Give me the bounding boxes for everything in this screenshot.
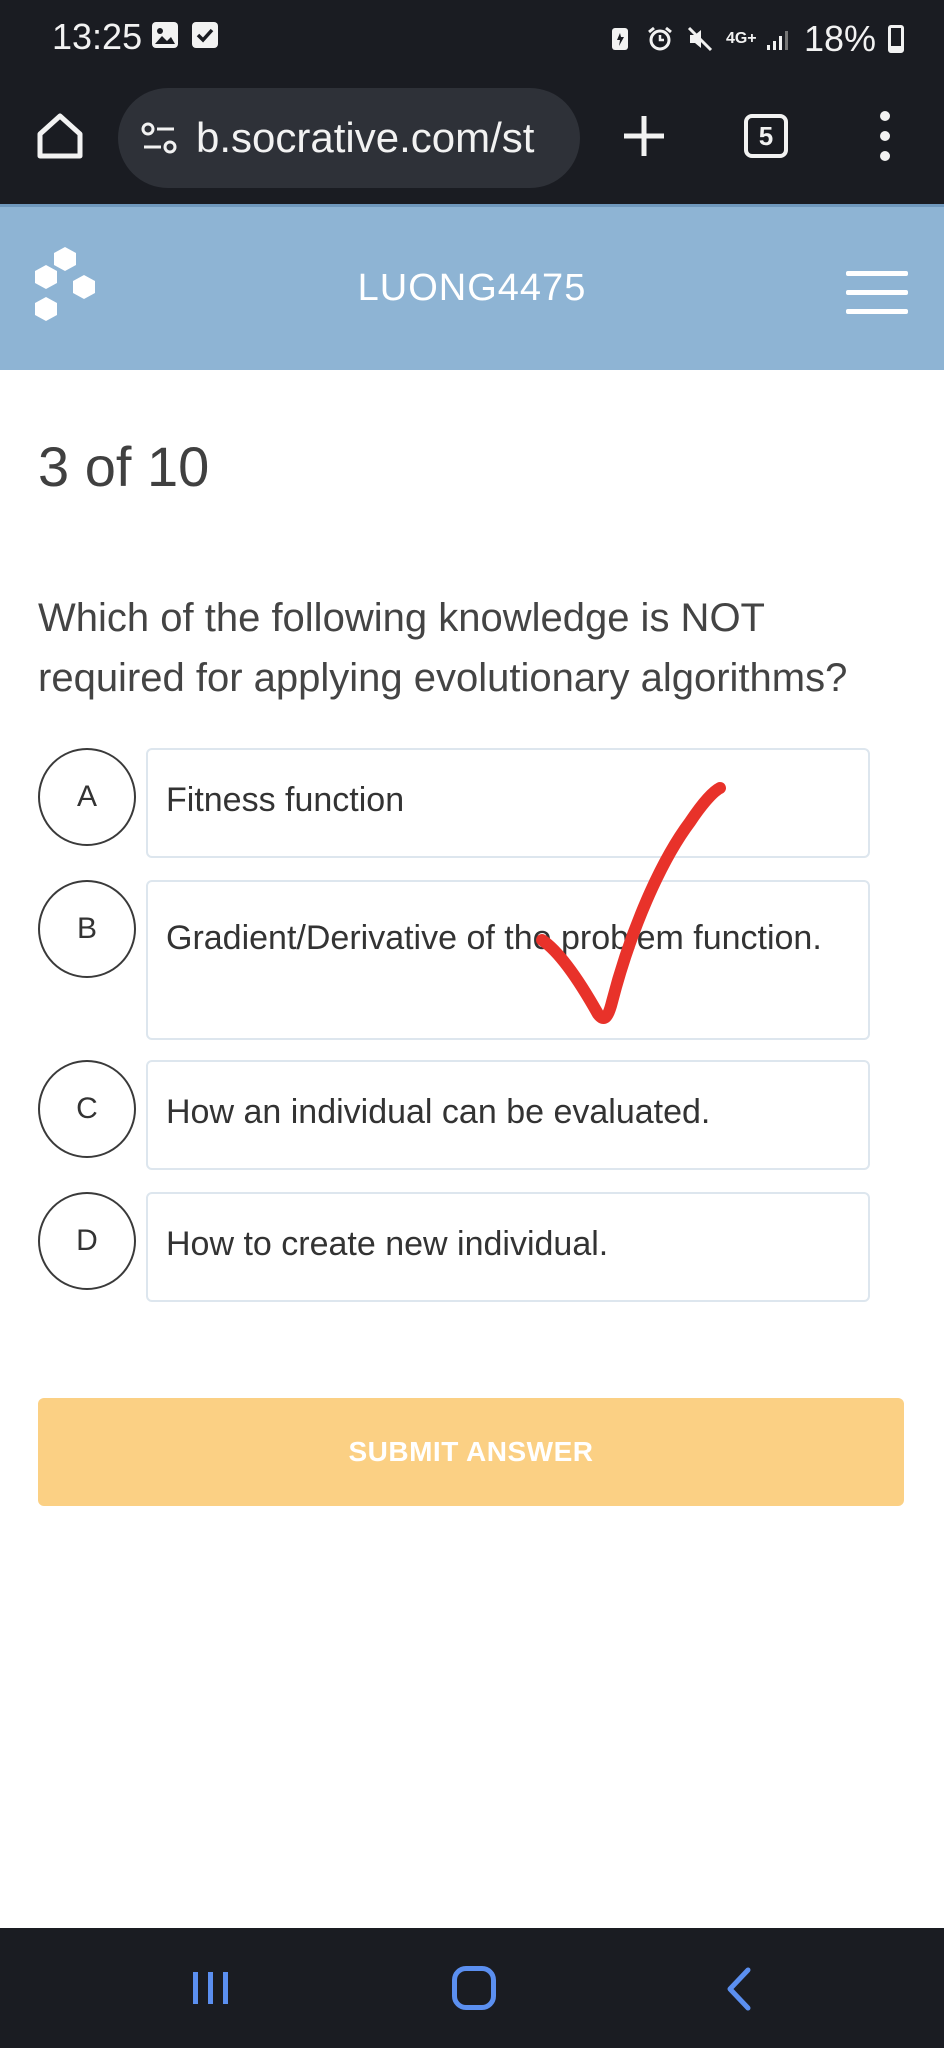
app-header: LUONG4475 xyxy=(0,204,944,370)
room-name: LUONG4475 xyxy=(357,267,587,309)
option-letter-a[interactable]: A xyxy=(38,748,136,846)
option-b[interactable]: B Gradient/Derivative of the problem fun… xyxy=(38,880,870,1040)
recents-icon[interactable] xyxy=(190,1968,232,2008)
alarm-icon xyxy=(648,26,672,51)
question-progress: 3 of 10 xyxy=(38,435,210,498)
option-text-d[interactable]: How to create new individual. xyxy=(146,1192,870,1302)
option-a[interactable]: A Fitness function xyxy=(38,748,870,860)
nav-home-icon[interactable] xyxy=(452,1966,496,2010)
submit-answer-button[interactable]: SUBMIT ANSWER xyxy=(38,1398,904,1506)
battery-fill xyxy=(891,46,901,50)
tabs-button[interactable]: 5 xyxy=(744,114,788,158)
hamburger-line xyxy=(846,290,908,295)
more-vert-icon[interactable] xyxy=(870,108,900,164)
option-c[interactable]: C How an individual can be evaluated. xyxy=(38,1060,870,1172)
mute-icon xyxy=(687,26,712,52)
option-letter-d[interactable]: D xyxy=(38,1192,136,1290)
status-bar: 13:25 4G+ 18% xyxy=(0,0,944,76)
option-letter-b[interactable]: B xyxy=(38,880,136,978)
gallery-icon xyxy=(152,22,178,48)
address-bar[interactable]: b.socrative.com/st xyxy=(118,88,580,188)
hamburger-icon[interactable] xyxy=(846,271,908,317)
url-text[interactable]: b.socrative.com/st xyxy=(196,114,534,162)
option-text-c[interactable]: How an individual can be evaluated. xyxy=(146,1060,870,1170)
battery-icon xyxy=(888,25,904,53)
hamburger-line xyxy=(846,309,908,314)
system-nav-bar xyxy=(0,1928,944,2048)
back-icon[interactable] xyxy=(722,1966,754,2012)
home-icon[interactable] xyxy=(30,106,90,166)
network-type: 4G+ xyxy=(725,30,757,47)
option-d[interactable]: D How to create new individual. xyxy=(38,1192,870,1304)
battery-percent: 18% xyxy=(803,18,876,59)
system-icons: 4G+ 18% xyxy=(606,18,904,60)
data-saver-icon xyxy=(611,28,628,50)
tune-icon[interactable] xyxy=(140,120,178,156)
browser-toolbar: b.socrative.com/st 5 xyxy=(0,76,944,204)
signal-icon xyxy=(766,31,788,50)
checkbox-icon xyxy=(192,22,218,48)
option-text-b[interactable]: Gradient/Derivative of the problem funct… xyxy=(146,880,870,1040)
notification-icons xyxy=(152,22,218,48)
hamburger-line xyxy=(846,271,908,276)
question-text: Which of the following knowledge is NOT … xyxy=(38,596,848,700)
option-text-a[interactable]: Fitness function xyxy=(146,748,870,858)
option-letter-c[interactable]: C xyxy=(38,1060,136,1158)
plus-icon[interactable] xyxy=(616,106,672,166)
status-time: 13:25 xyxy=(52,16,143,57)
